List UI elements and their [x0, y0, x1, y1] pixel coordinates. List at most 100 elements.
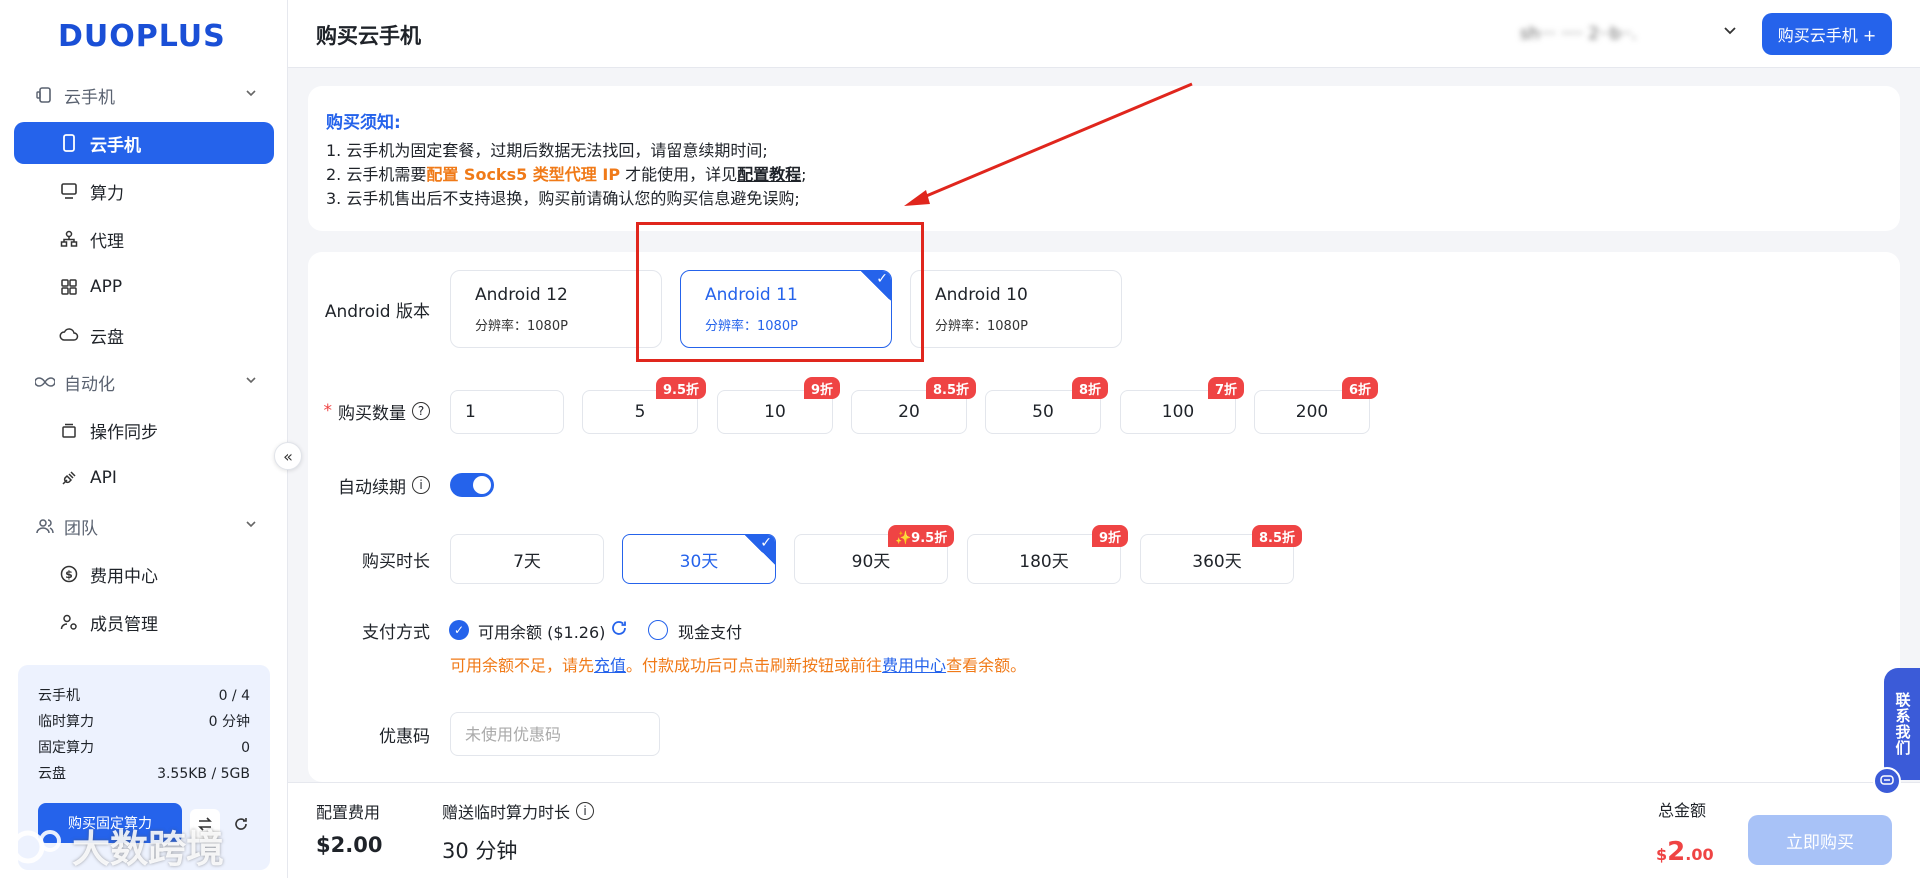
version-resolution: 分辨率：1080P [475, 319, 568, 334]
auto-renew-toggle[interactable] [450, 473, 494, 497]
quantity-input[interactable] [450, 390, 564, 434]
chevron-down-icon[interactable] [1722, 22, 1738, 42]
watermark-logo-icon [11, 829, 61, 863]
nav-group-label: 自动化 [64, 374, 115, 395]
pay-cash-label[interactable]: 现金支付 [678, 619, 742, 643]
duration-value: 30天 [679, 551, 719, 572]
plug-icon [58, 467, 80, 489]
dollar-icon: $ [58, 563, 80, 585]
nav-group-cloud-phone[interactable]: 云手机 [0, 73, 288, 117]
sidebar-item-label: 云盘 [90, 327, 124, 348]
payment-method-label: 支付方式 [362, 622, 430, 643]
stat-row-cloud-phone: 云手机 0 / 4 [38, 683, 250, 709]
sidebar-item-compute[interactable]: 算力 [14, 170, 274, 212]
nav-group-label: 团队 [64, 518, 98, 539]
nav-group-label: 云手机 [64, 87, 115, 108]
total-integer: 2 [1667, 837, 1686, 867]
sidebar-item-label: 成员管理 [90, 614, 158, 635]
notice-text: 才能使用，详见 [620, 165, 738, 184]
cloud-icon [58, 324, 80, 346]
grid-icon [58, 276, 80, 298]
android-version-label: Android 版本 [324, 301, 430, 322]
discount-badge: 7折 [1208, 377, 1245, 399]
contact-us-tab[interactable]: 联系我们 [1884, 668, 1920, 780]
notice-highlight: 配置 Socks5 类型代理 IP [426, 165, 621, 184]
discount-badge: 9.5折 [656, 377, 707, 399]
chevron-down-icon [244, 372, 258, 392]
page-title: 购买云手机 [316, 24, 421, 48]
config-tutorial-link[interactable]: 配置教程 [737, 165, 801, 184]
nav-group-team[interactable]: 团队 [0, 504, 288, 548]
layers-icon [58, 419, 80, 441]
balance-warning: 可用余额不足，请先充值。付款成功后可点击刷新按钮或前往费用中心查看余额。 [450, 652, 1026, 676]
config-fee-label: 配置费用 [316, 803, 381, 822]
pay-balance-label[interactable]: 可用余额 ($1.26) [478, 619, 605, 643]
team-icon [34, 515, 56, 537]
quantity-label-text: 购买数量 [338, 403, 406, 424]
sidebar-item-sync[interactable]: 操作同步 [14, 409, 274, 451]
auto-renew-label: 自动续期 i [308, 467, 430, 503]
buy-cloud-phone-button[interactable]: 购买云手机 + [1762, 13, 1892, 55]
radio-cash[interactable] [648, 620, 668, 640]
user-settings-icon [58, 611, 80, 633]
checkout-footer: 配置费用 $2.00 赠送临时算力时长 i 30 分钟 总金额 $2.00 立即购… [288, 782, 1920, 878]
discount-badge: 6折 [1342, 377, 1379, 399]
coupon-label: 优惠码 [379, 726, 430, 747]
sidebar-item-label: 代理 [90, 231, 124, 252]
nav-group-automation[interactable]: 自动化 [0, 360, 288, 404]
sidebar-item-members[interactable]: 成员管理 [14, 601, 274, 643]
svg-text:$: $ [65, 568, 73, 581]
duoplus-logo[interactable]: DUOPLUS [58, 18, 226, 54]
bonus-compute-value: 30 分钟 [442, 839, 518, 863]
auto-renew-label-text: 自动续期 [338, 477, 406, 498]
notice-text: 2. 云手机需要 [326, 165, 427, 184]
sidebar-item-proxy[interactable]: 代理 [14, 218, 274, 260]
sidebar-item-label: 费用中心 [90, 566, 158, 587]
refresh-icon[interactable] [226, 809, 256, 839]
coupon-input[interactable] [450, 712, 660, 756]
discount-badge: 8.5折 [926, 377, 977, 399]
sidebar-item-api[interactable]: API [14, 457, 274, 499]
quantity-label: * 购买数量 ? [308, 393, 430, 429]
billing-center-link[interactable]: 费用中心 [882, 656, 946, 675]
network-icon [58, 228, 80, 250]
stat-label: 临时算力 [38, 714, 94, 730]
stat-value: 0 分钟 [208, 714, 250, 730]
duration-label: 购买时长 [362, 551, 430, 572]
sidebar-item-app[interactable]: APP [14, 266, 274, 308]
total-label: 总金额 [1658, 801, 1707, 820]
duration-option-30d[interactable]: 30天 ✓ [622, 534, 776, 584]
version-name: Android 10 [935, 285, 1028, 305]
sidebar-item-billing[interactable]: $ 费用中心 [14, 553, 274, 595]
info-icon[interactable]: i [576, 802, 595, 820]
purchase-notice: 购买须知: 1. 云手机为固定套餐，过期后数据无法找回，请留意续期时间; 2. … [308, 86, 1900, 231]
refresh-balance-icon[interactable] [610, 619, 628, 641]
buy-now-button[interactable]: 立即购买 [1748, 815, 1892, 865]
top-header: 购买云手机 sh··· ···· 2··b··. 购买云手机 + [288, 0, 1920, 68]
sidebar-item-label: APP [90, 277, 123, 297]
sidebar-item-label: 操作同步 [90, 422, 158, 443]
notice-title: 购买须知: [326, 113, 401, 133]
info-icon[interactable]: i [412, 476, 430, 494]
sidebar-item-label: 算力 [90, 183, 124, 204]
discount-badge: 8.5折 [1252, 525, 1303, 547]
sidebar: DUOPLUS 云手机 云手机 算力 代理 APP 云盘 自动化 操作同步 AP… [0, 0, 288, 878]
phone-icon [58, 132, 80, 154]
infinity-icon [34, 371, 56, 393]
radio-balance-checked[interactable]: ✓ [449, 620, 469, 640]
sidebar-item-cloud-disk[interactable]: 云盘 [14, 314, 274, 356]
duration-option-7d[interactable]: 7天 [450, 534, 604, 584]
user-account-name[interactable]: sh··· ···· 2··b··. [1520, 24, 1637, 44]
version-card-android-10[interactable]: Android 10 分辨率：1080P [910, 270, 1122, 348]
annotation-highlight-box [636, 222, 924, 362]
sidebar-item-cloud-phone[interactable]: 云手机 [14, 122, 274, 164]
warning-text: 可用余额不足，请先 [450, 656, 595, 675]
notice-line-2: 2. 云手机需要配置 Socks5 类型代理 IP 才能使用，详见配置教程; [326, 163, 1882, 187]
toggle-knob [473, 476, 491, 494]
version-card-android-12[interactable]: Android 12 分辨率：1080P [450, 270, 662, 348]
chat-icon[interactable] [1873, 767, 1901, 795]
help-icon[interactable]: ? [412, 402, 430, 420]
collapse-sidebar-button[interactable]: « [274, 442, 302, 470]
recharge-link[interactable]: 充值 [594, 656, 626, 675]
chevron-down-icon [244, 516, 258, 536]
